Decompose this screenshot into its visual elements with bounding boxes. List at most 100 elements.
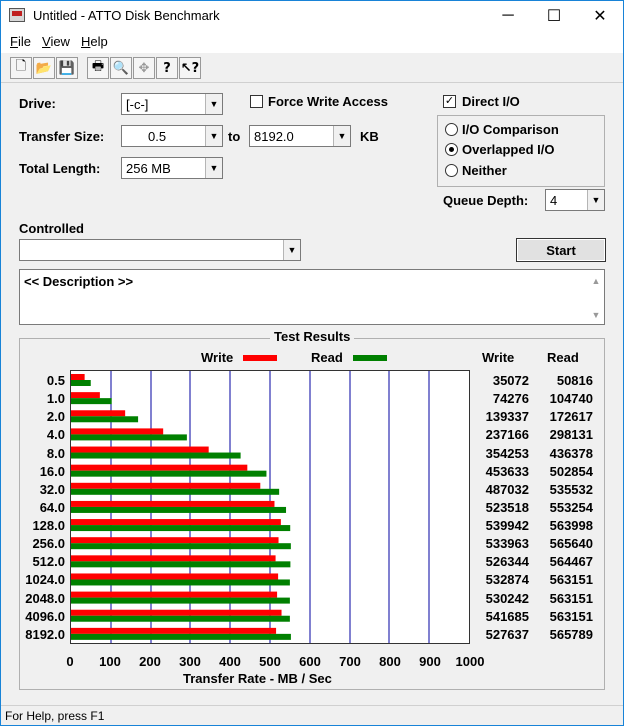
menu-file-accel: F <box>10 34 18 49</box>
write-value: 533963 <box>485 536 529 552</box>
menu-file[interactable]: File <box>10 34 31 49</box>
transfer-size-to-select[interactable]: 8192.0 ▼ <box>249 125 351 147</box>
x-tick-label: 100 <box>99 654 121 669</box>
read-value: 553254 <box>549 499 593 515</box>
menu-help-label: elp <box>90 34 108 49</box>
transfer-size-row-label: 128.0 <box>32 518 65 534</box>
read-value: 502854 <box>549 463 593 479</box>
x-axis-label: Transfer Rate - MB / Sec <box>183 671 332 686</box>
radio-overlapped-io[interactable] <box>445 143 458 156</box>
read-bar <box>71 434 187 441</box>
transfer-size-row-label: 0.5 <box>46 373 65 388</box>
description-text: << Description >> <box>24 274 134 289</box>
force-write-checkbox[interactable] <box>250 95 263 108</box>
x-tick-label: 500 <box>259 654 281 669</box>
print-icon[interactable]: 🖶 <box>87 57 109 79</box>
maximize-button[interactable]: ☐ <box>531 1 577 31</box>
print-preview-icon[interactable]: 🔍 <box>110 57 132 79</box>
transfer-size-row-label: 2.0 <box>46 409 65 425</box>
start-button[interactable]: Start <box>516 238 606 262</box>
kb-label: KB <box>360 129 379 144</box>
status-text: For Help, press F1 <box>5 709 105 723</box>
write-bar <box>71 519 281 526</box>
write-bar <box>71 392 100 399</box>
read-value: 563151 <box>549 572 593 588</box>
controlled-select[interactable]: ▼ <box>19 239 301 261</box>
x-tick-label: 300 <box>179 654 201 669</box>
write-bar <box>71 464 248 471</box>
write-value: 523518 <box>485 499 529 515</box>
transfer-size-row-label: 32.0 <box>39 481 65 497</box>
transfer-size-row-label: 8192.0 <box>25 626 65 642</box>
status-bar: For Help, press F1 <box>1 705 623 725</box>
menu-help[interactable]: Help <box>81 34 108 49</box>
read-value: 564467 <box>549 554 593 570</box>
move-icon[interactable]: ✥ <box>133 57 155 79</box>
open-folder-icon[interactable]: 📂 <box>33 57 55 79</box>
results-title: Test Results <box>270 329 355 344</box>
transfer-size-row-label: 2048.0 <box>25 590 65 606</box>
x-tick-label: 800 <box>379 654 401 669</box>
legend-read-swatch <box>353 355 387 361</box>
write-value: 487032 <box>485 481 529 497</box>
chart-svg <box>71 371 430 643</box>
read-value: 298131 <box>549 427 593 443</box>
transfer-size-label: Transfer Size: <box>19 129 105 144</box>
read-bar <box>71 561 291 568</box>
new-document-icon[interactable]: 🗋 <box>10 57 32 79</box>
radio-neither[interactable] <box>445 164 458 177</box>
read-bar <box>71 398 112 405</box>
controlled-label: Controlled <box>19 221 84 236</box>
menu-bar: File View Help <box>1 31 623 53</box>
total-length-value: 256 MB <box>126 161 171 176</box>
menu-view[interactable]: View <box>42 34 70 49</box>
drive-select[interactable]: [-c-] ▼ <box>121 93 223 115</box>
force-write-label: Force Write Access <box>268 94 388 109</box>
read-bar <box>71 597 290 604</box>
write-value: 527637 <box>485 626 529 642</box>
write-bar <box>71 537 279 544</box>
read-bar <box>71 452 241 459</box>
transfer-size-row-label: 1.0 <box>46 391 65 407</box>
write-value: 139337 <box>485 409 529 425</box>
total-length-select[interactable]: 256 MB ▼ <box>121 157 223 179</box>
description-textarea[interactable]: << Description >> ▲ ▼ <box>19 269 605 325</box>
write-bar <box>71 482 261 489</box>
legend-read-label: Read <box>311 350 343 365</box>
close-button[interactable]: ✕ <box>577 1 623 31</box>
write-bar <box>71 410 126 417</box>
direct-io-checkbox[interactable]: ✓ <box>443 95 456 108</box>
x-tick-label: 700 <box>339 654 361 669</box>
read-bar <box>71 470 267 477</box>
x-tick-label: 0 <box>66 654 74 669</box>
title-bar[interactable]: Untitled - ATTO Disk Benchmark ─ ☐ ✕ <box>1 1 623 31</box>
write-bar <box>71 627 277 634</box>
radio-io-comparison[interactable] <box>445 123 458 136</box>
queue-depth-select[interactable]: 4 ▼ <box>545 189 605 211</box>
transfer-size-from-select[interactable]: 0.5 ▼ <box>121 125 223 147</box>
read-bar <box>71 543 291 550</box>
drive-value: [-c-] <box>126 97 149 112</box>
write-value: 453633 <box>485 463 529 479</box>
save-icon[interactable]: 💾 <box>56 57 78 79</box>
read-value: 563151 <box>549 608 593 624</box>
write-bar <box>71 609 282 616</box>
window-title: Untitled - ATTO Disk Benchmark <box>33 8 220 23</box>
context-help-icon[interactable]: ↖? <box>179 57 201 79</box>
write-bar <box>71 573 279 580</box>
transfer-size-row-label: 8.0 <box>46 445 65 461</box>
read-bar <box>71 633 291 640</box>
minimize-button[interactable]: ─ <box>485 1 531 31</box>
legend-write-label: Write <box>201 350 234 365</box>
transfer-size-row-label: 64.0 <box>39 499 65 515</box>
write-value: 354253 <box>485 445 529 461</box>
scroll-down-icon[interactable]: ▼ <box>590 310 602 322</box>
column-header-read: Read <box>547 350 579 365</box>
help-icon[interactable]: ? <box>156 57 178 79</box>
read-bar <box>71 416 139 423</box>
write-value: 237166 <box>485 427 529 443</box>
scroll-up-icon[interactable]: ▲ <box>590 276 602 288</box>
menu-file-label: ile <box>17 34 31 49</box>
x-tick-label: 600 <box>299 654 321 669</box>
transfer-size-row-label: 1024.0 <box>25 572 65 588</box>
